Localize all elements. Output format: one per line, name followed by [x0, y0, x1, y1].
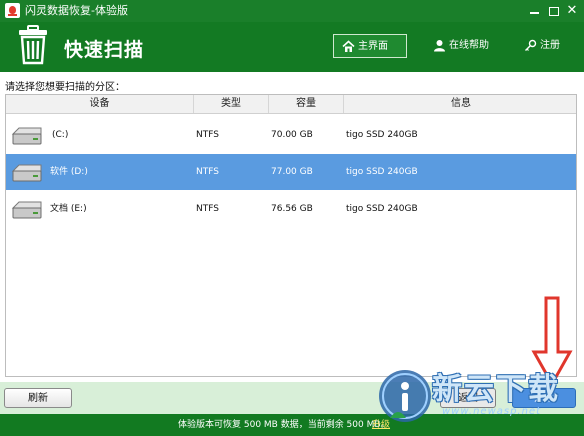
drive-icon: [11, 127, 42, 145]
partition-capacity: 77.00 GB: [271, 167, 313, 177]
maximize-button[interactable]: [544, 0, 564, 22]
nav-help-button[interactable]: 在线帮助: [425, 34, 495, 58]
nav-register-button[interactable]: 注册: [516, 34, 566, 58]
app-logo-icon: [5, 3, 20, 18]
partition-prompt: 请选择您想要扫描的分区：: [5, 82, 125, 93]
watermark-title: 新云下载: [432, 372, 560, 407]
app-window: 闪灵数据恢复-体验版 ✕ 快速扫描 主界面 在线帮助 注册 请选择您想要扫描的分…: [0, 0, 584, 436]
watermark-url: www.newasp.net: [442, 406, 542, 417]
device-name: 软件 (D:): [50, 167, 88, 177]
minimize-button[interactable]: [524, 0, 544, 22]
title-bar: 闪灵数据恢复-体验版 ✕: [0, 0, 584, 22]
table-row[interactable]: (C:) NTFS 70.00 GB tigo SSD 240GB: [6, 117, 576, 153]
partition-type: NTFS: [196, 130, 219, 140]
device-name: 文档 (E:): [50, 204, 87, 214]
table-row-selected[interactable]: 软件 (D:) NTFS 77.00 GB tigo SSD 240GB: [6, 154, 576, 190]
key-icon: [525, 39, 537, 51]
drive-icon: [11, 201, 42, 219]
partition-type: NTFS: [196, 204, 219, 214]
content-panel: 请选择您想要扫描的分区： 设备 类型 容量 信息 (C:) NTFS 70.00…: [0, 72, 584, 382]
partition-table: 设备 类型 容量 信息 (C:) NTFS 70.00 GB tigo SSD …: [5, 94, 577, 377]
column-header-type[interactable]: 类型: [194, 95, 269, 113]
nav-register-label: 注册: [540, 40, 560, 51]
refresh-button[interactable]: 刷新: [4, 388, 72, 408]
nav-home-button[interactable]: 主界面: [333, 34, 407, 58]
column-header-device[interactable]: 设备: [6, 95, 194, 113]
minimize-icon: [529, 12, 539, 14]
home-icon: [342, 40, 355, 52]
maximize-icon: [549, 7, 559, 16]
partition-type: NTFS: [196, 167, 219, 177]
page-title: 快速扫描: [64, 39, 145, 61]
device-name: (C:): [52, 130, 69, 140]
column-header-info[interactable]: 信息: [344, 95, 576, 113]
watermark: 新云下载 www.newasp.net: [372, 362, 584, 436]
window-title: 闪灵数据恢复-体验版: [25, 4, 128, 17]
close-icon: ✕: [566, 3, 578, 18]
table-header: 设备 类型 容量 信息: [6, 95, 576, 114]
partition-info: tigo SSD 240GB: [346, 130, 418, 140]
table-row[interactable]: 文档 (E:) NTFS 76.56 GB tigo SSD 240GB: [6, 191, 576, 227]
nav-home-label: 主界面: [358, 41, 388, 52]
nav-help-label: 在线帮助: [449, 40, 489, 51]
partition-info: tigo SSD 240GB: [346, 167, 418, 177]
partition-info: tigo SSD 240GB: [346, 204, 418, 214]
drive-icon: [11, 164, 42, 182]
user-icon: [434, 40, 445, 52]
trash-icon: [19, 25, 47, 65]
status-text: 体验版本可恢复 500 MB 数据，当前剩余 500 MB。: [178, 420, 390, 430]
close-button[interactable]: ✕: [562, 0, 582, 22]
header: 快速扫描 主界面 在线帮助 注册: [0, 22, 584, 72]
column-header-capacity[interactable]: 容量: [269, 95, 344, 113]
partition-capacity: 70.00 GB: [271, 130, 313, 140]
partition-capacity: 76.56 GB: [271, 204, 313, 214]
watermark-logo-icon: [379, 370, 431, 422]
